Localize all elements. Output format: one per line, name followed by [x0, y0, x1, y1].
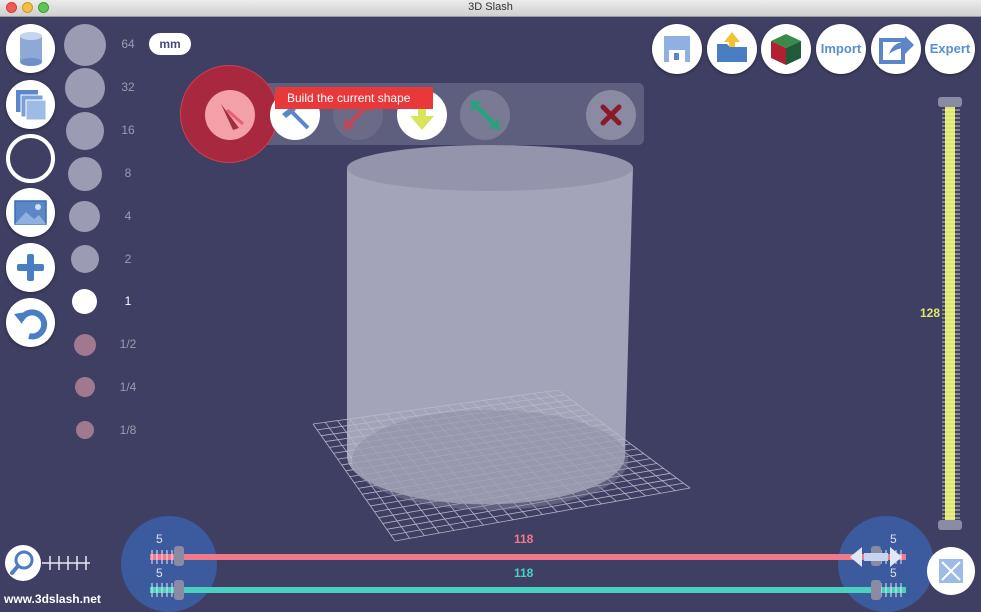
teal-slider-left-handle[interactable] [174, 580, 184, 600]
website-link[interactable]: www.3dslash.net [4, 592, 101, 606]
image-icon [14, 200, 47, 225]
expert-button[interactable]: Expert [925, 24, 975, 74]
size-label-8: 8 [124, 166, 132, 180]
left-bottom-number: 5 [156, 566, 163, 580]
cylinder-icon [20, 32, 42, 66]
size-label-32: 32 [121, 80, 135, 94]
red-slider-value: 118 [514, 532, 534, 546]
close-tool-button[interactable] [586, 90, 636, 140]
zoom-slider[interactable] [42, 553, 92, 573]
units-toggle[interactable]: mm [149, 33, 191, 55]
open-folder-icon [717, 32, 747, 62]
cylinder-shape [347, 145, 633, 510]
size-dot-half[interactable] [74, 334, 96, 356]
size-dot-64[interactable] [64, 24, 106, 66]
size-label-half: 1/2 [119, 337, 137, 351]
size-label-1: 1 [124, 294, 132, 308]
height-slider-top-handle[interactable] [938, 97, 962, 107]
height-slider-bottom-handle[interactable] [938, 520, 962, 530]
teal-slider-value: 118 [514, 566, 534, 580]
fullscreen-icon [939, 559, 963, 583]
tooltip: Build the current shape [275, 87, 433, 109]
import-label: Import [820, 41, 862, 56]
size-label-4: 4 [124, 209, 132, 223]
build-tool-icon [221, 104, 244, 130]
left-top-number: 5 [156, 532, 163, 546]
size-label-16: 16 [121, 123, 135, 137]
build-tool-button[interactable] [205, 90, 255, 140]
size-dot-quarter[interactable] [75, 377, 95, 397]
plus-icon [17, 254, 44, 281]
export-button[interactable] [871, 24, 921, 74]
circle-shape-button[interactable] [6, 134, 55, 183]
size-dot-1-selected[interactable] [72, 289, 97, 314]
red-slider-track [150, 554, 906, 560]
layers-button[interactable] [6, 80, 55, 129]
open-button[interactable] [707, 24, 757, 74]
zoom-button[interactable] [5, 545, 41, 581]
size-dot-eighth[interactable] [76, 421, 94, 439]
import-button[interactable]: Import [816, 24, 866, 74]
expert-label: Expert [929, 41, 971, 56]
add-button[interactable] [6, 243, 55, 292]
green-move-tool-button[interactable] [460, 90, 510, 140]
color-button[interactable] [761, 24, 811, 74]
size-label-64: 64 [121, 37, 135, 51]
green-diagonal-arrows-icon [470, 100, 500, 130]
undo-button[interactable] [6, 298, 55, 347]
size-dot-4[interactable] [69, 201, 100, 232]
size-label-quarter: 1/4 [119, 380, 137, 394]
size-dot-16[interactable] [66, 112, 104, 150]
fullscreen-button[interactable] [927, 547, 975, 595]
height-slider-value: 128 [919, 306, 941, 320]
undo-icon [14, 309, 48, 340]
size-dot-2[interactable] [71, 245, 99, 273]
size-dot-32[interactable] [65, 68, 105, 108]
magnifier-icon [10, 550, 34, 575]
red-slider-left-handle[interactable] [174, 546, 184, 566]
size-label-eighth: 1/8 [119, 423, 137, 437]
horizontal-sliders [150, 550, 906, 597]
size-label-2: 2 [124, 252, 132, 266]
close-icon [600, 104, 622, 126]
cylinder-shape-button[interactable] [6, 24, 55, 73]
image-button[interactable] [6, 188, 55, 237]
export-icon [879, 36, 914, 64]
layers-icon [16, 90, 47, 121]
teal-slider-track [150, 587, 906, 593]
save-button[interactable] [652, 24, 702, 74]
right-bottom-number: 5 [890, 566, 897, 580]
save-icon [664, 36, 690, 62]
teal-slider-right-handle[interactable] [871, 580, 881, 600]
color-cube-icon [771, 34, 801, 65]
size-dot-8[interactable] [68, 157, 102, 191]
right-top-number: 5 [890, 532, 897, 546]
